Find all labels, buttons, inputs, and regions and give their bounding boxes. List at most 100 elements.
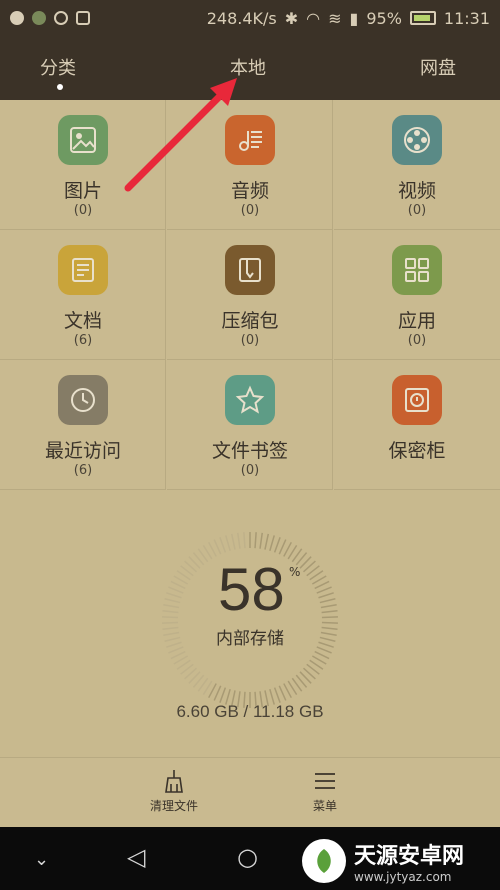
category-video[interactable]: 视频 (0): [334, 100, 500, 230]
category-count: (0): [240, 463, 260, 478]
document-icon: [58, 245, 108, 295]
watermark-logo-icon: [302, 839, 346, 883]
headphone-icon: ◠: [306, 8, 321, 28]
gauge-tick: [162, 610, 179, 614]
gauge-tick: [225, 535, 231, 551]
gauge-tick: [264, 533, 270, 550]
gauge-tick: [237, 532, 241, 549]
status-right: 248.4K/s ✱ ◠ ≋ ▮ 95% 11:31: [207, 9, 490, 28]
battery-icon: [409, 11, 436, 25]
category-bookmarks[interactable]: 文件书签 (0): [167, 360, 333, 490]
app-notification-icon: [32, 11, 46, 25]
battery-percent: 95%: [366, 8, 402, 28]
category-count: (6): [73, 333, 93, 348]
wifi-icon: ≋: [328, 8, 342, 28]
gauge-tick: [318, 592, 334, 599]
category-label: 最近访问: [44, 440, 121, 462]
gauge-tick: [316, 586, 332, 594]
gauge-tick: [166, 592, 182, 599]
category-label: 视频: [397, 180, 436, 202]
gauge-tick: [162, 616, 179, 619]
watermark-title: 天源安卓网: [354, 844, 465, 869]
bluetooth-icon: ✱: [284, 8, 299, 28]
tab-cloud[interactable]: 网盘: [420, 54, 456, 80]
watermark-url: www.jytyaz.com: [354, 870, 452, 884]
apps-grid-icon: [392, 245, 442, 295]
gauge-tick: [273, 537, 281, 553]
category-count: (0): [240, 333, 260, 348]
gauge-tick: [219, 687, 227, 703]
archive-icon: [225, 245, 275, 295]
signal-icon: ▮: [349, 8, 359, 28]
hide-nav-icon[interactable]: ⌄: [34, 849, 49, 870]
gauge-tick: [254, 532, 257, 549]
gauge-tick: [168, 586, 184, 594]
category-documents[interactable]: 文档 (6): [0, 230, 166, 360]
status-bar: 248.4K/s ✱ ◠ ≋ ▮ 95% 11:31: [0, 0, 500, 36]
category-images[interactable]: 图片 (0): [0, 100, 166, 230]
bottom-action-bar: 清理文件 菜单: [0, 757, 500, 827]
pause-icon: [54, 11, 68, 25]
gauge-tick: [213, 539, 222, 555]
gauge-tick: [321, 616, 338, 619]
gauge-tick: [314, 580, 330, 590]
category-label: 应用: [397, 310, 436, 332]
watermark: 天源安卓网 www.jytyaz.com: [302, 835, 498, 887]
status-left-icons: [10, 11, 90, 25]
gauge-tick: [319, 597, 336, 604]
gauge-tick: [278, 539, 287, 555]
storage-label: 内部存储: [216, 629, 284, 649]
gauge-tick: [219, 537, 227, 553]
storage-percent-sign: %: [289, 565, 301, 579]
category-count: (0): [407, 203, 427, 218]
image-icon: [58, 115, 108, 165]
category-label: 文档: [63, 310, 102, 332]
category-archives[interactable]: 压缩包 (0): [167, 230, 333, 360]
gauge-tick: [320, 603, 337, 609]
category-label: 文件书签: [211, 440, 288, 462]
broom-icon: [165, 770, 183, 793]
gauge-tick: [314, 650, 330, 660]
clean-files-button[interactable]: 清理文件: [124, 768, 224, 814]
tab-category[interactable]: 分类: [40, 54, 76, 80]
category-label: 保密柜: [388, 440, 446, 462]
gauge-tick: [321, 610, 338, 614]
gauge-tick: [259, 532, 263, 549]
active-tab-indicator: [57, 84, 63, 90]
category-audio[interactable]: 音频 (0): [167, 100, 333, 230]
clean-files-label: 清理文件: [149, 799, 198, 813]
home-button[interactable]: ○: [237, 843, 258, 871]
gauge-tick: [170, 580, 186, 590]
menu-button[interactable]: 菜单: [275, 768, 375, 814]
category-count: (6): [73, 463, 93, 478]
category-grid: 图片 (0) 音频 (0) 视频 (0) 文档 (6) 压缩包 (0) 应用 (…: [0, 100, 500, 490]
category-count: (0): [73, 203, 93, 218]
clock-time: 11:31: [443, 8, 490, 28]
gauge-tick: [163, 603, 180, 609]
category-recent[interactable]: 最近访问 (6): [0, 360, 166, 490]
top-tabs: 分类 本地 网盘: [0, 36, 500, 100]
category-count: (0): [240, 203, 260, 218]
category-label: 音频: [230, 180, 269, 202]
gauge-tick: [170, 650, 186, 660]
star-icon: [225, 375, 275, 425]
category-label: 图片: [63, 180, 102, 202]
category-safe[interactable]: 保密柜: [334, 360, 500, 490]
category-apps[interactable]: 应用 (0): [334, 230, 500, 360]
gauge-tick: [273, 687, 281, 703]
safe-icon: [392, 375, 442, 425]
film-reel-icon: [392, 115, 442, 165]
menu-label: 菜单: [312, 799, 337, 813]
gauge-tick: [213, 685, 222, 701]
gauge-tick: [162, 621, 179, 624]
image-notification-icon: [76, 11, 90, 25]
back-button[interactable]: ◁: [127, 843, 145, 871]
gauge-tick: [243, 532, 246, 549]
tab-local[interactable]: 本地: [230, 54, 266, 80]
gauge-tick: [230, 533, 236, 550]
category-count: (0): [407, 333, 427, 348]
gauge-tick: [164, 597, 181, 604]
category-label: 压缩包: [221, 310, 279, 332]
network-speed: 248.4K/s: [206, 8, 277, 28]
menu-icon: [315, 773, 335, 789]
